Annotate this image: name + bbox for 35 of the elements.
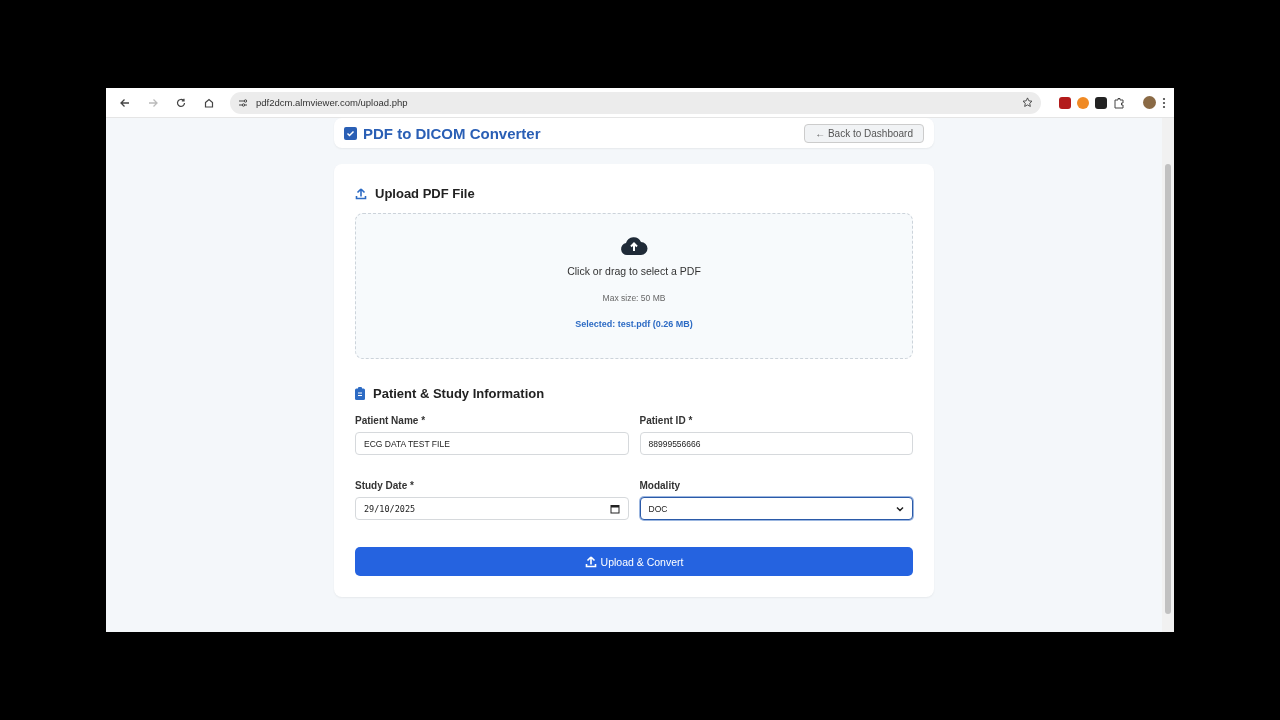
section-title: Patient & Study Information [373,386,545,401]
modality-select[interactable]: DOC [639,497,913,520]
back-icon[interactable] [120,97,130,108]
field-label: Study Date * [355,480,415,491]
menu-icon[interactable] [1162,96,1166,109]
cloud-upload-icon [620,236,648,256]
profile-avatar[interactable] [1143,96,1156,109]
scrollbar[interactable] [1162,118,1174,632]
input-field[interactable]: 88999556666 [639,432,913,455]
size-hint: Max size: 50 MB [602,293,666,303]
input-field[interactable]: ECG DATA TEST FILE [355,432,629,455]
star-icon[interactable] [1022,97,1033,108]
site-settings-icon[interactable] [238,97,248,108]
field-label: Modality [639,480,682,491]
reload-icon[interactable] [176,97,186,108]
field-label: Patient Name * [355,415,427,426]
page-title: PDF to DICOM Converter [363,124,541,142]
check-square-icon [344,126,357,140]
chevron-down-icon [896,505,904,512]
address-bar[interactable]: pdf2dcm.almviewer.com/upload.php [230,91,1041,114]
field-label: Patient ID * [639,415,694,426]
upload-icon [355,187,367,200]
section-title: Upload PDF File [375,186,475,201]
url-text: pdf2dcm.almviewer.com/upload.php [256,97,409,108]
back-to-dashboard-button[interactable]: ← Back to Dashboard [804,123,924,143]
drop-prompt: Click or drag to select a PDF [567,265,701,277]
home-icon[interactable] [204,97,214,108]
upload-convert-button[interactable]: Upload & Convert [355,547,913,576]
clipboard-icon [355,387,365,400]
selected-file: Selected: test.pdf (0.26 MB) [575,319,693,329]
drop-zone[interactable]: Click or drag to select a PDF Max size: 50 MB Selected: test.pdf (0.26 MB) [355,213,913,359]
puzzle-icon[interactable] [1113,96,1125,109]
upload-icon [584,555,597,568]
date-field[interactable]: 29/10/2025 [355,497,629,520]
calendar-icon[interactable] [609,503,620,514]
